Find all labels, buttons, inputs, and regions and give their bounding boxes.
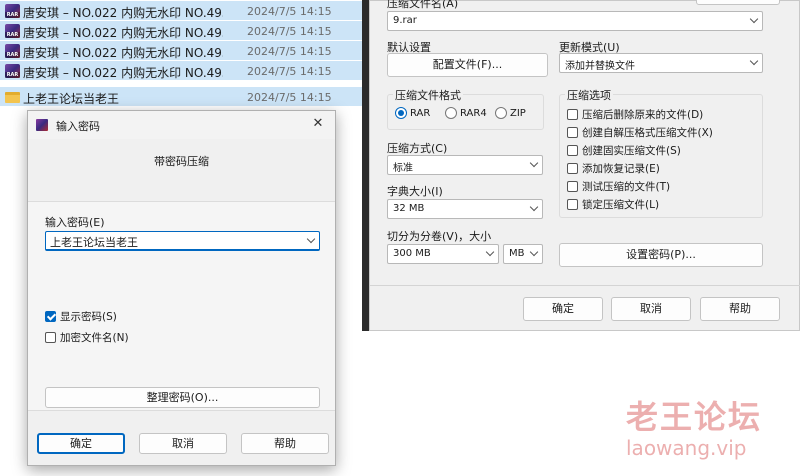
options-group-label: 压缩选项 bbox=[565, 87, 613, 103]
dict-select[interactable]: 32 MB bbox=[387, 199, 543, 219]
option-lock[interactable]: 锁定压缩文件(L) bbox=[567, 197, 659, 212]
file-date: 2024/7/5 14:15 bbox=[247, 25, 332, 38]
chevron-down-icon bbox=[485, 247, 495, 257]
archive-ok-button[interactable]: 确定 bbox=[523, 297, 603, 321]
option-delete-after[interactable]: 压缩后删除原来的文件(D) bbox=[567, 107, 703, 122]
rar-file-icon: RAR bbox=[5, 44, 20, 58]
watermark-url: laowang.vip bbox=[626, 436, 747, 460]
password-ok-button[interactable]: 确定 bbox=[37, 433, 125, 454]
set-password-button[interactable]: 设置密码(P)... bbox=[559, 243, 763, 267]
divider bbox=[370, 285, 800, 286]
radio-selected-icon bbox=[395, 107, 407, 119]
password-cancel-button[interactable]: 取消 bbox=[139, 433, 227, 454]
organize-passwords-button[interactable]: 整理密码(O)... bbox=[45, 387, 320, 408]
file-name: 唐安琪 – NO.022 内购无水印 NO.4952 … bbox=[23, 26, 223, 40]
archive-cancel-button[interactable]: 取消 bbox=[611, 297, 691, 321]
archive-name-label: 压缩文件名(A) bbox=[387, 0, 459, 10]
file-name: 唐安琪 – NO.022 内购无水印 NO.4952 … bbox=[23, 6, 223, 20]
checkbox-icon bbox=[567, 127, 578, 138]
file-date: 2024/7/5 14:15 bbox=[247, 91, 332, 104]
password-dialog-title: 输入密码 bbox=[56, 120, 100, 133]
file-name: 唐安琪 – NO.022 内购无水印 NO.4952 … bbox=[23, 66, 223, 80]
chevron-down-icon bbox=[749, 14, 759, 24]
chevron-down-icon bbox=[529, 158, 539, 168]
radio-icon bbox=[495, 107, 507, 119]
option-test[interactable]: 测试压缩的文件(T) bbox=[567, 179, 670, 194]
format-group-label: 压缩文件格式 bbox=[393, 87, 463, 103]
file-row[interactable]: RAR 唐安琪 – NO.022 内购无水印 NO.4952 … 2024/7/… bbox=[0, 60, 362, 80]
file-date: 2024/7/5 14:15 bbox=[247, 45, 332, 58]
checkbox-icon bbox=[567, 199, 578, 210]
rar-file-icon: RAR bbox=[5, 64, 20, 78]
close-icon[interactable]: ✕ bbox=[309, 115, 327, 133]
password-input[interactable]: 上老王论坛当老王 bbox=[45, 231, 320, 251]
profiles-button[interactable]: 配置文件(F)... bbox=[387, 53, 548, 77]
file-row[interactable]: 上老王论坛当老王 2024/7/5 14:15 bbox=[0, 86, 362, 106]
method-label: 压缩方式(C) bbox=[387, 142, 448, 155]
option-sfx[interactable]: 创建自解压格式压缩文件(X) bbox=[567, 125, 713, 140]
checkbox-icon bbox=[567, 145, 578, 156]
file-list: RAR 唐安琪 – NO.022 内购无水印 NO.4952 … 2024/7/… bbox=[0, 0, 362, 110]
split-unit-select[interactable]: MB bbox=[503, 244, 543, 264]
option-solid[interactable]: 创建固实压缩文件(S) bbox=[567, 143, 681, 158]
file-row[interactable]: RAR 唐安琪 – NO.022 内购无水印 NO.4952 … 2024/7/… bbox=[0, 40, 362, 60]
chevron-down-icon bbox=[529, 247, 539, 257]
format-radio-rar[interactable]: RAR bbox=[395, 107, 430, 119]
folder-icon bbox=[5, 92, 20, 103]
chevron-down-icon bbox=[749, 56, 759, 66]
format-radio-zip[interactable]: ZIP bbox=[495, 107, 526, 119]
file-row[interactable]: RAR 唐安琪 – NO.022 内购无水印 NO.4952 … 2024/7/… bbox=[0, 0, 362, 20]
checkbox-icon bbox=[45, 332, 56, 343]
chevron-down-icon bbox=[529, 202, 539, 212]
archive-name-combo[interactable]: 9.rar bbox=[387, 11, 763, 31]
rar-file-icon: RAR bbox=[5, 4, 20, 18]
archive-help-button[interactable]: 帮助 bbox=[700, 297, 780, 321]
dict-label: 字典大小(I) bbox=[387, 185, 443, 198]
checkbox-icon bbox=[567, 163, 578, 174]
split-size-combo[interactable]: 300 MB bbox=[387, 244, 499, 264]
archive-dialog: 压缩文件名(A) 9.rar 默认设置 配置文件(F)... 更新模式(U) 添… bbox=[369, 0, 800, 331]
watermark-title: 老王论坛 bbox=[626, 398, 763, 436]
file-name: 上老王论坛当老王 bbox=[23, 92, 120, 106]
file-name: 唐安琪 – NO.022 内购无水印 NO.4952 … bbox=[23, 46, 223, 60]
file-date: 2024/7/5 14:15 bbox=[247, 5, 332, 18]
password-help-button[interactable]: 帮助 bbox=[241, 433, 329, 454]
password-heading: 带密码压缩 bbox=[154, 155, 209, 168]
encrypt-filenames-checkbox[interactable]: 加密文件名(N) bbox=[45, 330, 129, 345]
format-radio-rar4[interactable]: RAR4 bbox=[445, 107, 487, 119]
browse-button[interactable] bbox=[696, 0, 780, 5]
password-dialog-titlebar: 输入密码 ✕ bbox=[28, 111, 335, 139]
radio-icon bbox=[445, 107, 457, 119]
checkbox-icon bbox=[567, 109, 578, 120]
show-password-checkbox[interactable]: 显示密码(S) bbox=[45, 309, 117, 324]
option-recovery[interactable]: 添加恢复记录(E) bbox=[567, 161, 660, 176]
enter-password-label: 输入密码(E) bbox=[45, 216, 105, 229]
chevron-down-icon bbox=[306, 234, 316, 244]
checkbox-icon bbox=[567, 181, 578, 192]
winrar-app-icon bbox=[36, 119, 48, 131]
checkbox-checked-icon bbox=[45, 311, 56, 322]
method-select[interactable]: 标准 bbox=[387, 155, 543, 175]
split-label: 切分为分卷(V)，大小 bbox=[387, 230, 492, 243]
rar-file-icon: RAR bbox=[5, 24, 20, 38]
update-mode-select[interactable]: 添加并替换文件 bbox=[559, 53, 763, 73]
file-date: 2024/7/5 14:15 bbox=[247, 65, 332, 78]
password-dialog: 输入密码 ✕ 带密码压缩 输入密码(E) 上老王论坛当老王 显示密码(S) 加密… bbox=[27, 110, 336, 466]
site-watermark: 老王论坛 laowang.vip bbox=[626, 392, 762, 460]
file-row[interactable]: RAR 唐安琪 – NO.022 内购无水印 NO.4952 … 2024/7/… bbox=[0, 20, 362, 40]
